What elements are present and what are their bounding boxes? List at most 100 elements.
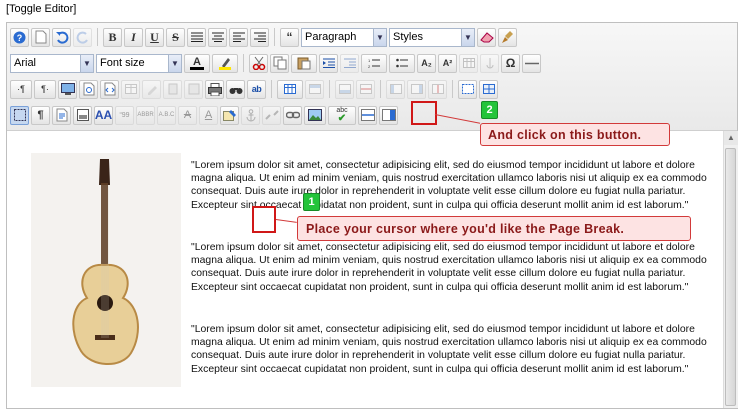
align-justify-icon[interactable] xyxy=(187,27,206,47)
indent-icon[interactable] xyxy=(319,53,338,73)
insert-hr-icon[interactable] xyxy=(358,105,377,125)
styles-select[interactable]: Styles ▼ xyxy=(389,27,475,47)
copy-icon[interactable] xyxy=(270,53,289,73)
delete-table-icon[interactable] xyxy=(163,79,182,99)
table-props-icon[interactable] xyxy=(121,79,140,99)
merge-cells-icon[interactable] xyxy=(184,79,203,99)
grid-icon[interactable] xyxy=(479,79,498,99)
del-icon[interactable]: A xyxy=(178,105,197,125)
font-family-select[interactable]: Arial ▼ xyxy=(10,53,94,73)
preview-icon[interactable] xyxy=(79,79,98,99)
delete-row-icon[interactable] xyxy=(356,79,375,99)
anchor-icon[interactable] xyxy=(480,53,499,73)
toolbar-row-3: ·¶ ¶· ab xyxy=(10,78,498,100)
numbered-list-icon[interactable]: 12 xyxy=(361,53,387,73)
ins-icon[interactable]: A xyxy=(199,105,218,125)
svg-text:?: ? xyxy=(17,33,23,43)
help-icon[interactable]: ? xyxy=(10,27,29,47)
toolbar-separator xyxy=(452,80,453,98)
chevron-down-icon: ▼ xyxy=(373,28,386,46)
page-break-icon[interactable] xyxy=(379,105,398,125)
font-size-value: Font size xyxy=(100,57,145,69)
step-2-callout: And click on this button. xyxy=(480,123,670,146)
bulleted-list-icon[interactable] xyxy=(389,53,415,73)
italic-button[interactable]: I xyxy=(124,27,143,47)
eraser-icon[interactable] xyxy=(477,27,496,47)
source-code-icon[interactable] xyxy=(100,79,119,99)
row-after-icon[interactable] xyxy=(335,79,354,99)
insert-layer-icon[interactable] xyxy=(73,105,92,125)
replace-icon[interactable]: ab xyxy=(247,79,266,99)
print-icon[interactable] xyxy=(205,79,224,99)
font-size-select[interactable]: Font size ▼ xyxy=(96,53,182,73)
col-before-icon[interactable] xyxy=(386,79,405,99)
page-break-button-highlight xyxy=(411,101,437,125)
scroll-up-icon[interactable]: ▲ xyxy=(724,131,738,145)
text-color-icon[interactable]: A xyxy=(184,53,210,73)
toolbar-separator xyxy=(274,28,275,46)
attributes-icon[interactable] xyxy=(220,105,239,125)
delete-col-icon[interactable] xyxy=(428,79,447,99)
insert-image-icon[interactable] xyxy=(304,105,326,125)
toolbar-row-4: ¶ AA “99 ABBR A.B.C A A abc ✔ xyxy=(10,104,398,126)
toolbar-separator xyxy=(329,80,330,98)
vertical-scrollbar[interactable]: ▲ xyxy=(723,131,738,408)
strikethrough-button[interactable]: S xyxy=(166,27,185,47)
ltr-icon[interactable]: ·¶ xyxy=(10,79,32,99)
special-char-button[interactable]: Ω xyxy=(501,53,520,73)
superscript-button[interactable]: A² xyxy=(438,53,457,73)
subscript-button[interactable]: A₂ xyxy=(417,53,436,73)
style-props-icon[interactable]: AA xyxy=(94,105,113,125)
insert-table-icon[interactable] xyxy=(277,79,303,99)
toolbar-row-2: Arial ▼ Font size ▼ A 12 A₂ A² Ω xyxy=(10,52,541,74)
align-left-icon[interactable] xyxy=(229,27,248,47)
chevron-down-icon: ▼ xyxy=(461,28,474,46)
cut-icon[interactable] xyxy=(249,53,268,73)
cite-icon[interactable]: “99 xyxy=(115,105,134,125)
cursor-position-highlight xyxy=(252,206,276,233)
svg-text:2: 2 xyxy=(368,64,371,69)
align-right-icon[interactable] xyxy=(250,27,269,47)
spellcheck-icon[interactable]: abc ✔ xyxy=(328,105,356,125)
table-icon[interactable] xyxy=(459,53,478,73)
visual-aid-icon[interactable] xyxy=(458,79,477,99)
paste-icon[interactable] xyxy=(291,53,317,73)
toolbar-row-1: ? B I U S “ Paragraph ▼ Styles ▼ xyxy=(10,26,517,48)
styles-select-value: Styles xyxy=(393,31,423,43)
paragraph: "Lorem ipsum dolor sit amet, consectetur… xyxy=(191,160,707,211)
svg-text:1: 1 xyxy=(368,58,371,63)
paragraph: "Lorem ipsum dolor sit amet, consectetur… xyxy=(191,242,707,293)
row-before-icon[interactable] xyxy=(305,79,324,99)
cleanup-brush-icon[interactable] xyxy=(498,27,517,47)
link-icon[interactable] xyxy=(283,105,302,125)
bold-button[interactable]: B xyxy=(103,27,122,47)
outdent-icon[interactable] xyxy=(340,53,359,73)
template-icon[interactable] xyxy=(52,105,71,125)
highlight-color-icon[interactable] xyxy=(212,53,238,73)
col-after-icon[interactable] xyxy=(407,79,426,99)
guitar-image xyxy=(31,153,181,387)
anchor-insert-icon[interactable] xyxy=(241,105,260,125)
fullscreen-icon[interactable] xyxy=(58,79,77,99)
format-select[interactable]: Paragraph ▼ xyxy=(301,27,387,47)
visual-blocks-icon[interactable] xyxy=(10,105,29,125)
redo-icon[interactable] xyxy=(73,27,92,47)
paragraph: "Lorem ipsum dolor sit amet, consectetur… xyxy=(191,324,707,375)
underline-button[interactable]: U xyxy=(145,27,164,47)
blockquote-icon[interactable]: “ xyxy=(280,27,299,47)
show-blocks-button[interactable]: ¶ xyxy=(31,105,50,125)
toggle-editor-link[interactable]: [Toggle Editor] xyxy=(6,3,76,15)
horizontal-rule-icon[interactable] xyxy=(522,53,541,73)
align-center-icon[interactable] xyxy=(208,27,227,47)
abbr-icon[interactable]: ABBR xyxy=(136,105,155,125)
unlink-icon[interactable] xyxy=(262,105,281,125)
new-document-icon[interactable] xyxy=(31,27,50,47)
acronym-icon[interactable]: A.B.C xyxy=(157,105,176,125)
edit-cell-icon[interactable] xyxy=(142,79,161,99)
find-icon[interactable] xyxy=(226,79,245,99)
rtl-icon[interactable]: ¶· xyxy=(34,79,56,99)
undo-icon[interactable] xyxy=(52,27,71,47)
scroll-thumb[interactable] xyxy=(725,148,736,406)
editor-content-area[interactable]: "Lorem ipsum dolor sit amet, consectetur… xyxy=(7,131,723,408)
format-select-value: Paragraph xyxy=(305,31,357,43)
